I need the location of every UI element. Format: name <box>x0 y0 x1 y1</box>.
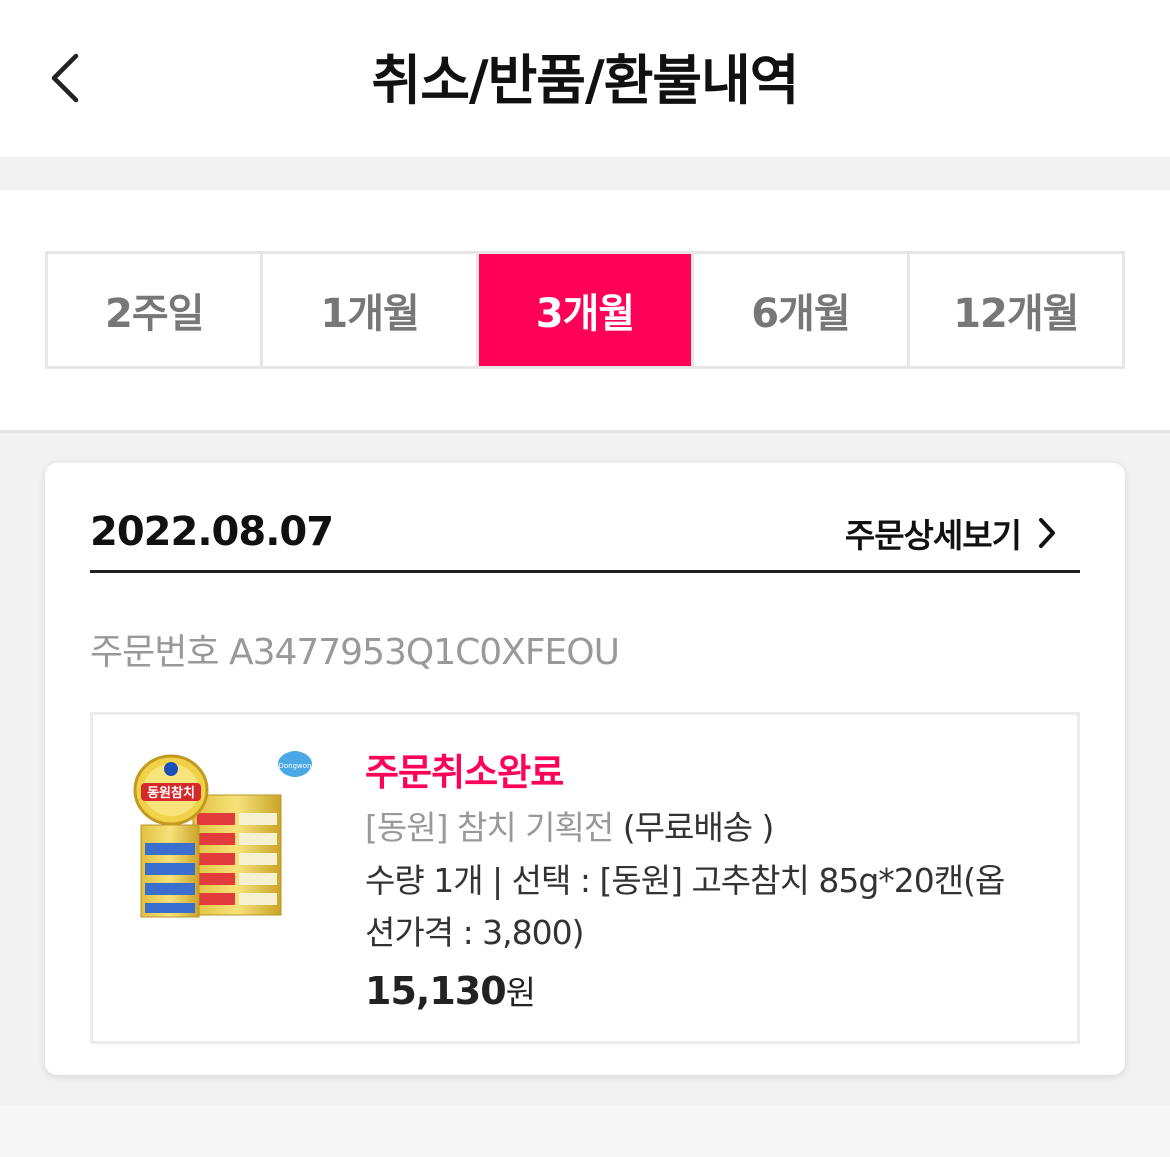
section-separator <box>0 157 1170 190</box>
product-name-text: [동원] 참치 기획전 <box>365 808 614 847</box>
order-card: 2022.08.07 주문상세보기 주문번호 A3477953Q1C0XFEOU <box>45 463 1125 1075</box>
product-name: [동원] 참치 기획전 (무료배송 ) <box>365 801 1045 855</box>
period-filter-section: 2주일 1개월 3개월 6개월 12개월 <box>0 190 1170 433</box>
tab-2-weeks[interactable]: 2주일 <box>48 254 264 366</box>
tab-3-months[interactable]: 3개월 <box>478 254 695 366</box>
product-option-line1: 수량 1개 | 선택 : [동원] 고추참치 85g*20캔(옵 <box>365 861 1005 900</box>
product-item[interactable]: 동원참치 Dongwon 주문취소완료 [동원] 참치 기획전 (무료배송 ) … <box>90 712 1080 1044</box>
product-option-line2: 션가격 : 3,800) <box>365 913 585 952</box>
order-number-label: 주문번호 <box>90 632 219 673</box>
price-amount: 15,130 <box>365 969 507 1013</box>
order-number: 주문번호 A3477953Q1C0XFEOU <box>90 623 620 675</box>
order-status: 주문취소완료 <box>365 751 564 794</box>
app-header: 취소/반품/환불내역 <box>0 0 1170 157</box>
price-currency: 원 <box>505 973 536 1012</box>
product-image: 동원참치 Dongwon <box>133 751 312 918</box>
brand-logo-label: Dongwon <box>279 762 312 770</box>
product-info: 주문취소완료 [동원] 참치 기획전 (무료배송 ) 수량 1개 | 선택 : … <box>365 745 1045 1029</box>
product-price: 15,130원 <box>365 961 1045 1029</box>
shipping-label: (무료배송 ) <box>622 808 775 847</box>
period-tabs: 2주일 1개월 3개월 6개월 12개월 <box>45 251 1125 369</box>
order-detail-label: 주문상세보기 <box>844 516 1022 555</box>
page-title: 취소/반품/환불내역 <box>371 49 800 112</box>
brand-label: 동원참치 <box>147 785 195 801</box>
order-date: 2022.08.07 <box>90 509 334 555</box>
order-number-value: A3477953Q1C0XFEOU <box>228 632 620 673</box>
order-detail-link[interactable]: 주문상세보기 <box>845 509 1057 557</box>
tab-1-month[interactable]: 1개월 <box>263 254 479 366</box>
tab-6-months[interactable]: 6개월 <box>694 254 910 366</box>
card-divider <box>90 570 1080 573</box>
bottom-area <box>0 1105 1170 1157</box>
tab-12-months[interactable]: 12개월 <box>910 254 1122 366</box>
chevron-right-icon <box>1039 518 1055 548</box>
